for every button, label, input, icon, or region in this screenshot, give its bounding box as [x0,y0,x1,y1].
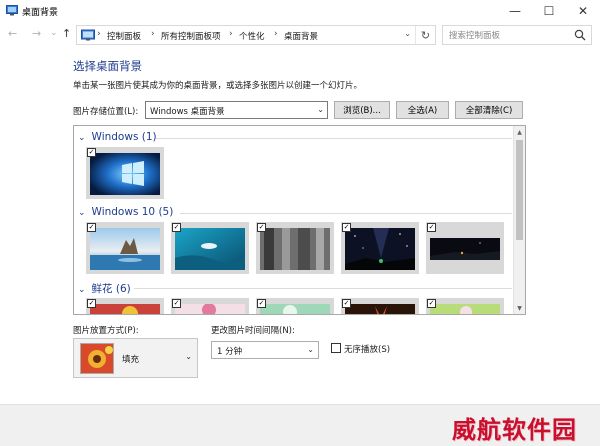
wallpaper-thumbnail[interactable]: ✓ [341,222,419,274]
breadcrumb-separator: › [229,29,233,39]
wallpaper-image [90,304,160,314]
scroll-up-button[interactable]: ▲ [514,126,525,138]
thumbnail-checkbox[interactable]: ✓ [87,148,96,157]
wallpaper-thumbnail[interactable]: ✓ [171,298,249,314]
breadcrumb-all-items[interactable]: 所有控制面板项 [161,30,221,42]
location-select[interactable]: Windows 桌面背景 ⌄ [145,101,328,119]
breadcrumb-separator: › [151,29,155,39]
scroll-thumb[interactable] [516,140,523,240]
position-preview-image [80,343,114,374]
scroll-down-button[interactable]: ▼ [514,302,525,314]
wallpaper-thumbnail[interactable]: ✓ [256,222,334,274]
position-select[interactable]: 填充 ⌄ [73,338,198,378]
wallpaper-image [430,304,500,314]
search-input[interactable] [449,29,567,42]
thumbnail-checkbox[interactable]: ✓ [427,299,436,308]
title-bar: 桌面背景 — ☐ ✕ [0,0,600,22]
group-header-windows-10[interactable]: ⌄ Windows 10 (5) [78,206,173,218]
breadcrumb-desktop-background[interactable]: 桌面背景 [284,30,318,42]
wallpaper-image [260,304,330,314]
close-button[interactable]: ✕ [566,0,600,22]
wallpaper-thumbnail[interactable]: ✓ [86,222,164,274]
search-icon[interactable] [574,29,586,41]
thumbnail-checkbox[interactable]: ✓ [172,299,181,308]
forward-button[interactable]: → [32,27,41,40]
group-title: 鲜花 (6) [91,283,131,295]
breadcrumb-separator: › [97,29,101,39]
wallpaper-image [260,228,330,270]
thumbnail-checkbox[interactable]: ✓ [342,299,351,308]
interval-value: 1 分钟 [217,347,243,357]
group-header-windows[interactable]: ⌄ Windows (1) [78,131,157,143]
interval-label: 更改图片时间间隔(N): [211,326,295,336]
breadcrumb-control-panel[interactable]: 控制面板 [107,30,141,42]
up-button[interactable]: ↑ [62,27,71,40]
chevron-down-icon[interactable]: ⌄ [78,133,86,143]
chevron-down-icon[interactable]: ⌄ [78,208,86,218]
group-title: Windows 10 (5) [91,206,174,218]
group-divider [156,138,512,139]
group-divider [180,213,512,214]
thumbnail-checkbox[interactable]: ✓ [342,223,351,232]
thumbnail-checkbox[interactable]: ✓ [172,223,181,232]
thumbnail-checkbox[interactable]: ✓ [427,223,436,232]
control-panel-folder-icon [81,29,95,41]
refresh-button[interactable]: ↻ [415,26,435,44]
navigation-bar: ← → ⌄ ↑ › 控制面板 › 所有控制面板项 › 个性化 › 桌面背景 ⌄ … [0,22,600,48]
search-box[interactable] [442,25,592,45]
chevron-down-icon: ⌄ [185,352,192,361]
recent-locations-button[interactable]: ⌄ [50,28,58,38]
wallpaper-thumbnail[interactable]: ✓ [256,298,334,314]
chevron-down-icon[interactable]: ⌄ [78,285,86,295]
minimize-button[interactable]: — [498,0,532,22]
wallpaper-thumbnail[interactable]: ✓ [426,222,504,274]
main-content: 选择桌面背景 单击某一张图片使其成为你的桌面背景，或选择多张图片以创建一个幻灯片… [0,48,600,404]
wallpaper-thumbnail[interactable]: ✓ [86,147,164,199]
select-all-button[interactable]: 全选(A) [396,101,449,119]
watermark-text: 威航软件园 [452,415,577,444]
window-title: 桌面背景 [22,8,59,18]
wallpaper-thumbnail[interactable]: ✓ [86,298,164,314]
address-bar[interactable]: › 控制面板 › 所有控制面板项 › 个性化 › 桌面背景 ⌄ ↻ [76,25,436,45]
page-description: 单击某一张图片使其成为你的桌面背景，或选择多张图片以创建一个幻灯片。 [73,81,363,91]
control-panel-icon [6,5,18,16]
wallpaper-thumbnail[interactable]: ✓ [426,298,504,314]
wallpaper-image [430,228,500,270]
group-divider [134,288,512,289]
thumbnail-checkbox[interactable]: ✓ [87,223,96,232]
wallpaper-image [175,304,245,314]
location-label: 图片存储位置(L): [73,107,139,117]
thumbnail-checkbox[interactable]: ✓ [257,299,266,308]
interval-select[interactable]: 1 分钟 ⌄ [211,341,319,359]
thumbnail-checkbox[interactable]: ✓ [87,299,96,308]
browse-button[interactable]: 浏览(B)... [334,101,390,119]
chevron-down-icon: ⌄ [307,345,314,354]
wallpaper-image [90,228,160,270]
watermark: 威航软件园 [452,406,600,446]
wallpaper-thumbnail[interactable]: ✓ [171,222,249,274]
wallpaper-gallery[interactable]: ⌄ Windows (1) ✓ ⌄ Windows 10 (5) ✓ ✓ ✓ ✓… [73,125,526,315]
shuffle-label[interactable]: 无序播放(S) [344,343,390,355]
back-button[interactable]: ← [8,27,17,40]
page-title: 选择桌面背景 [73,59,142,73]
address-dropdown-icon[interactable]: ⌄ [404,29,411,38]
wallpaper-image [175,228,245,270]
clear-all-button[interactable]: 全部清除(C) [455,101,523,119]
group-header-flowers[interactable]: ⌄ 鲜花 (6) [78,281,131,296]
group-title: Windows (1) [91,131,157,143]
thumbnail-checkbox[interactable]: ✓ [257,223,266,232]
wallpaper-image [345,228,415,270]
maximize-button[interactable]: ☐ [532,0,566,22]
shuffle-checkbox[interactable] [331,343,341,353]
chevron-down-icon: ⌄ [317,105,324,114]
wallpaper-image [90,153,160,195]
breadcrumb-personalization[interactable]: 个性化 [239,30,265,42]
wallpaper-thumbnail[interactable]: ✓ [341,298,419,314]
location-value: Windows 桌面背景 [150,107,225,117]
gallery-scrollbar[interactable]: ▲ ▼ [513,126,525,314]
breadcrumb-separator: › [274,29,278,39]
position-label: 图片放置方式(P): [73,326,139,336]
wallpaper-image [345,304,415,314]
position-value: 填充 [122,355,140,365]
